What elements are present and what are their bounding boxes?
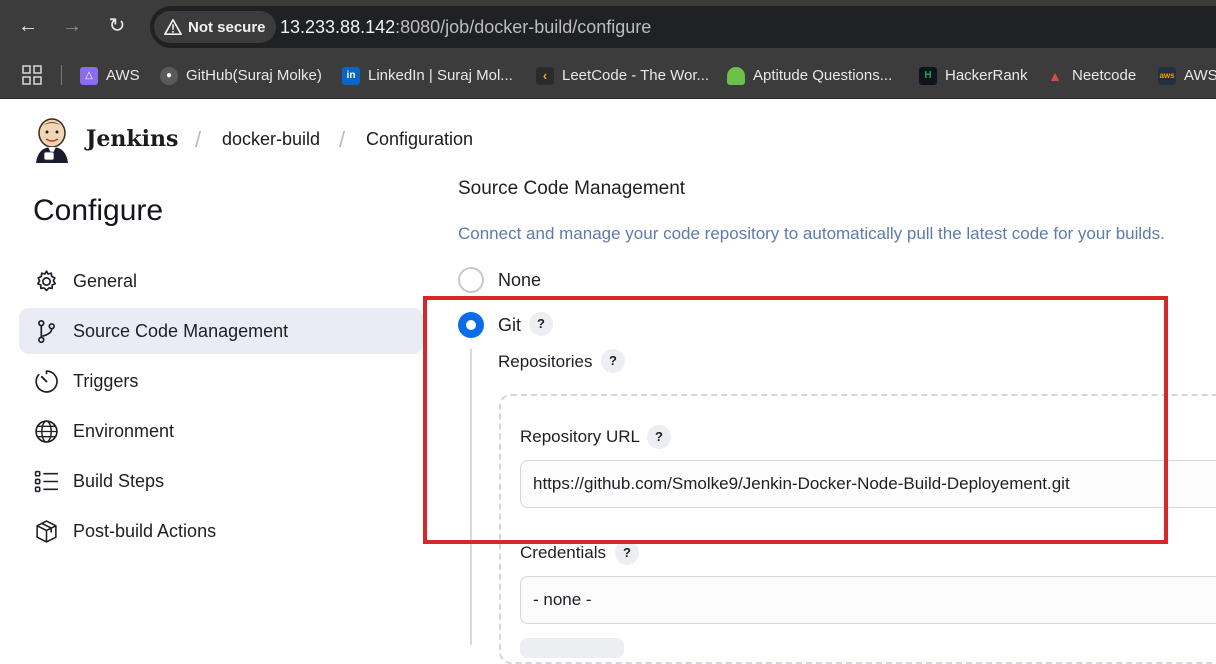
breadcrumb-separator: / <box>195 127 202 152</box>
jenkins-logo-icon[interactable] <box>32 117 72 163</box>
credentials-label: Credentials <box>520 543 606 562</box>
sidebar-item-label: General <box>73 270 138 291</box>
bookmark-label: HackerRank <box>945 67 1028 84</box>
warning-icon <box>164 18 182 36</box>
reload-icon[interactable]: ↻ <box>103 12 131 40</box>
security-chip[interactable]: Not secure <box>154 11 276 43</box>
page-title: Configure <box>33 194 164 227</box>
bookmark-aptitude[interactable]: Aptitude Questions... <box>727 52 892 99</box>
git-section-indent-line <box>470 349 472 645</box>
aws-logo-icon: aws <box>1158 66 1176 85</box>
leetcode-icon: ‹ <box>536 66 554 85</box>
bookmark-aws-2[interactable]: aws AWS <box>1158 52 1216 99</box>
hackerrank-icon: H <box>919 66 937 85</box>
repository-url-input[interactable]: https://github.com/Smolke9/Jenkin-Docker… <box>520 460 1216 508</box>
package-icon <box>36 520 57 543</box>
globe-icon <box>35 420 58 443</box>
bookmarks-bar: △ AWS ● GitHub(Suraj Molke) in LinkedIn … <box>0 52 1216 99</box>
apps-grid-icon[interactable] <box>22 65 42 85</box>
timer-icon <box>35 370 58 393</box>
sidebar-item-environment[interactable]: Environment <box>19 408 423 454</box>
repositories-label: Repositories <box>498 352 593 371</box>
breadcrumb-configuration[interactable]: Configuration <box>366 129 473 150</box>
credentials-select[interactable]: - none - <box>520 576 1216 624</box>
repository-url-label: Repository URL <box>520 427 640 446</box>
jenkins-title[interactable]: Jenkins <box>86 126 178 152</box>
forward-arrow-icon[interactable]: → <box>58 12 86 40</box>
linkedin-icon: in <box>342 66 360 85</box>
radio-git-label[interactable]: Git <box>498 315 521 336</box>
bookmark-hackerrank[interactable]: H HackerRank <box>919 52 1028 99</box>
jenkins-header: Jenkins / docker-build / Configuration <box>0 99 1216 179</box>
bookmark-label: Aptitude Questions... <box>753 67 893 84</box>
bookmark-label: LeetCode - The Wor... <box>562 67 710 84</box>
sidebar-item-label: Source Code Management <box>73 320 289 341</box>
sidebar-item-general[interactable]: General <box>19 258 423 304</box>
radio-none-label[interactable]: None <box>498 270 541 291</box>
sidebar-item-post-build-actions[interactable]: Post-build Actions <box>19 508 423 554</box>
url-text[interactable]: 13.233.88.142:8080/job/docker-build/conf… <box>280 6 651 48</box>
bookmark-label: AWS <box>1184 67 1216 84</box>
sidebar-item-triggers[interactable]: Triggers <box>19 358 423 404</box>
breadcrumb-separator: / <box>339 127 346 152</box>
browser-toolbar: ← → ↻ Not secure 13.233.88.142:8080/job/… <box>0 0 1216 52</box>
sidebar-item-source-code-management[interactable]: Source Code Management <box>19 308 423 354</box>
security-label: Not secure <box>188 18 266 36</box>
bookmark-linkedin[interactable]: in LinkedIn | Suraj Mol... <box>342 52 513 99</box>
add-credentials-button[interactable] <box>520 638 624 658</box>
aws-cube-icon: △ <box>80 66 98 85</box>
breadcrumb-job[interactable]: docker-build <box>222 129 320 150</box>
url-path: :8080/job/docker-build/configure <box>395 17 652 37</box>
back-arrow-icon[interactable]: ← <box>14 12 42 40</box>
bookmark-label: Neetcode <box>1072 67 1137 84</box>
sidebar-item-label: Post-build Actions <box>73 520 217 541</box>
radio-none[interactable] <box>458 267 484 293</box>
sidebar-item-label: Triggers <box>73 370 139 391</box>
branch-icon <box>38 319 55 344</box>
sidebar-item-label: Build Steps <box>73 470 165 491</box>
repository-url-help-icon[interactable]: ? <box>647 425 671 449</box>
github-icon: ● <box>160 66 178 85</box>
url-host: 13.233.88.142 <box>280 17 396 37</box>
credentials-help-icon[interactable]: ? <box>615 541 639 565</box>
bookmarks-divider <box>61 65 62 85</box>
repositories-help-icon[interactable]: ? <box>601 349 625 373</box>
sidebar-item-label: Environment <box>73 420 175 441</box>
section-description: Connect and manage your code repository … <box>458 224 1165 243</box>
section-title: Source Code Management <box>458 178 686 199</box>
sidebar-item-build-steps[interactable]: Build Steps <box>19 458 423 504</box>
git-help-icon[interactable]: ? <box>529 312 553 336</box>
bookmark-label: GitHub(Suraj Molke) <box>186 67 322 84</box>
bookmark-leetcode[interactable]: ‹ LeetCode - The Wor... <box>536 52 709 99</box>
radio-git[interactable] <box>458 312 484 338</box>
bookmark-github[interactable]: ● GitHub(Suraj Molke) <box>160 52 322 99</box>
gear-icon <box>36 270 57 292</box>
bookmark-label: LinkedIn | Suraj Mol... <box>368 67 513 84</box>
bookmark-aws[interactable]: △ AWS <box>80 52 140 99</box>
address-bar[interactable]: Not secure 13.233.88.142:8080/job/docker… <box>150 6 1216 48</box>
rocket-icon: ▲ <box>1048 67 1062 84</box>
list-icon <box>34 470 58 493</box>
bookmark-label: AWS <box>106 67 140 84</box>
tree-icon <box>727 66 745 85</box>
bookmark-neetcode[interactable]: ▲ Neetcode <box>1046 52 1136 99</box>
